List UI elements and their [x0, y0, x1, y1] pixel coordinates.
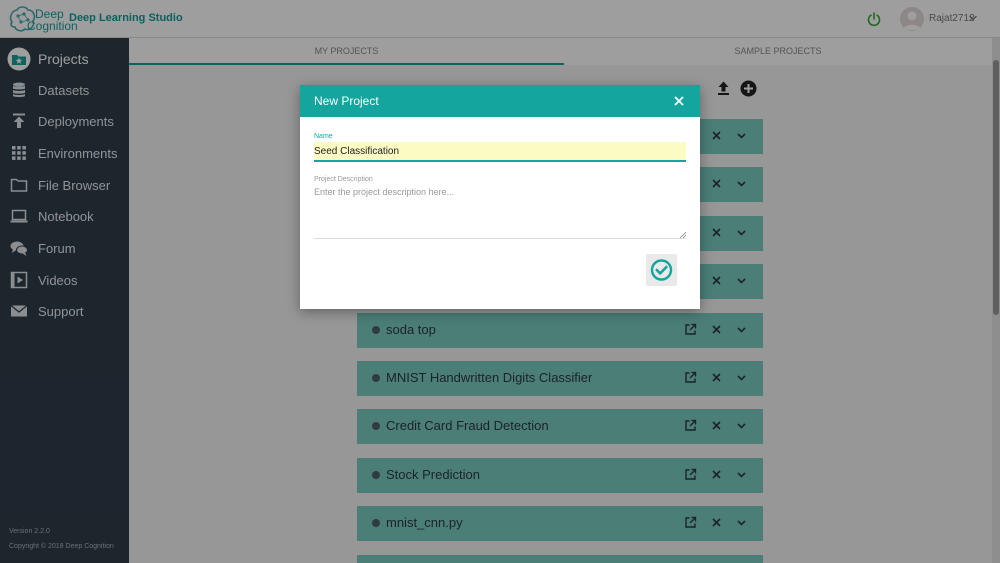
- create-project-button[interactable]: [646, 254, 677, 286]
- new-project-dialog: New Project Name Project Description: [300, 85, 700, 309]
- name-label: Name: [314, 133, 333, 140]
- check-circle-icon: [650, 259, 673, 281]
- resize-grip-icon[interactable]: [679, 231, 686, 238]
- project-description-input[interactable]: [314, 187, 686, 239]
- dialog-title: New Project: [314, 94, 379, 108]
- close-icon[interactable]: [673, 95, 685, 107]
- description-label: Project Description: [314, 176, 373, 183]
- dialog-header: New Project: [300, 85, 700, 117]
- project-name-input[interactable]: [314, 142, 686, 162]
